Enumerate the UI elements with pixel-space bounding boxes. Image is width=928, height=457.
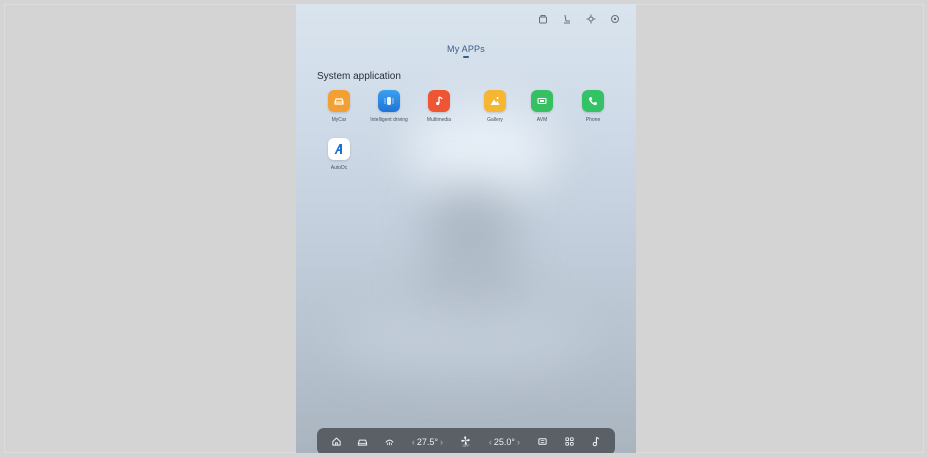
app-phone[interactable]: Phone [565, 90, 621, 123]
app-label: Phone [585, 117, 601, 123]
left-temp-increase[interactable]: › [438, 437, 445, 447]
image-icon[interactable] [484, 90, 506, 112]
defrost-icon[interactable] [384, 432, 395, 452]
music-note-icon[interactable] [428, 90, 450, 112]
fan-state: OFF [462, 444, 470, 448]
background-shape [336, 304, 586, 374]
autodc-logo-icon[interactable] [328, 138, 350, 160]
right-temp-increase[interactable]: › [515, 437, 522, 447]
camera-view-icon[interactable] [531, 90, 553, 112]
home-icon[interactable] [331, 432, 342, 452]
right-temp-decrease[interactable]: ‹ [487, 437, 494, 447]
apps-grid-icon[interactable] [564, 432, 575, 452]
fan-control[interactable]: OFF [460, 432, 471, 452]
right-temp-control[interactable]: ‹ 25.0° › [487, 432, 522, 452]
tablet-screen: My APPs System application MyCar Intelli… [296, 4, 636, 453]
app-label: Multimedia [426, 117, 452, 123]
car-icon[interactable] [328, 90, 350, 112]
right-temperature: 25.0° [493, 436, 515, 447]
page-title: My APPs [447, 44, 485, 54]
app-label: Gallery [487, 117, 503, 123]
driving-icon[interactable] [378, 90, 400, 112]
app-intelligent-driving[interactable]: Intelligent driving [361, 90, 417, 123]
app-avm[interactable]: AVM [514, 90, 570, 123]
music-note-icon[interactable] [590, 432, 601, 452]
profile-icon[interactable] [536, 13, 550, 25]
bottom-dock: ‹ 27.5° › OFF ‹ 25.0° › [317, 428, 615, 453]
app-autodc[interactable]: AutoDc [311, 138, 367, 171]
desktop-background: My APPs System application MyCar Intelli… [0, 0, 928, 457]
app-mycar[interactable]: MyCar [311, 90, 367, 123]
section-title: System application [317, 71, 401, 82]
title-underline [463, 56, 469, 58]
app-label: AutoDc [330, 165, 348, 171]
app-label: MyCar [331, 117, 347, 123]
settings-icon[interactable] [584, 13, 598, 25]
seat-icon[interactable] [560, 13, 574, 25]
left-temp-decrease[interactable]: ‹ [410, 437, 417, 447]
phone-icon[interactable] [582, 90, 604, 112]
car-icon[interactable] [357, 432, 368, 452]
app-label: Intelligent driving [370, 117, 408, 123]
connection-icon[interactable] [608, 13, 622, 25]
rear-defrost-icon[interactable] [537, 432, 548, 452]
app-label: AVM [536, 117, 548, 123]
app-multimedia[interactable]: Multimedia [411, 90, 467, 123]
left-temperature: 27.5° [416, 436, 439, 447]
status-bar [536, 13, 622, 25]
left-temp-control[interactable]: ‹ 27.5° › [410, 432, 445, 452]
